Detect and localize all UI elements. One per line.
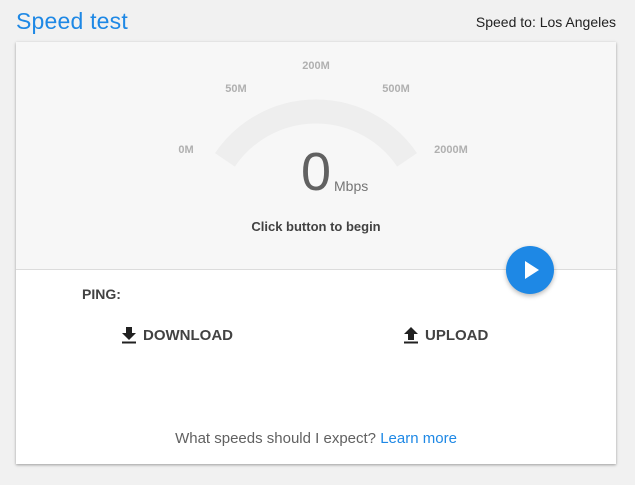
speed-test-card: 0M 50M 200M 500M 2000M 0 Mbps Click butt…	[16, 42, 616, 464]
gauge-tick-2: 200M	[302, 60, 330, 72]
speed-unit: Mbps	[334, 178, 369, 194]
gauge-tick-1: 50M	[225, 83, 247, 95]
gauge-tick-0: 0M	[178, 144, 194, 156]
gauge-panel: 0M 50M 200M 500M 2000M 0 Mbps Click butt…	[16, 42, 616, 270]
gauge-tick-3: 500M	[382, 83, 410, 95]
upload-icon	[404, 327, 418, 344]
speed-value: 0	[301, 142, 332, 202]
server-location: Speed to: Los Angeles	[475, 14, 616, 30]
play-icon	[525, 261, 539, 279]
upload-label: UPLOAD	[425, 326, 489, 344]
ping-label: PING:	[82, 286, 121, 302]
gauge-tick-4: 2000M	[434, 144, 468, 156]
download-label: DOWNLOAD	[143, 326, 233, 344]
start-test-button[interactable]	[506, 246, 554, 294]
learn-more-link[interactable]: Learn more	[380, 430, 457, 447]
status-text: Click button to begin	[251, 219, 381, 234]
upload-result: UPLOAD	[403, 326, 488, 344]
page-title: Speed test	[16, 8, 128, 34]
ping-result: PING:	[82, 286, 121, 302]
footer-question: What speeds should I expect?	[175, 430, 377, 447]
download-icon	[122, 327, 136, 344]
download-result: DOWNLOAD	[121, 326, 233, 344]
footer: What speeds should I expect? Learn more	[16, 430, 616, 447]
header: Speed test Speed to: Los Angeles	[16, 0, 616, 42]
